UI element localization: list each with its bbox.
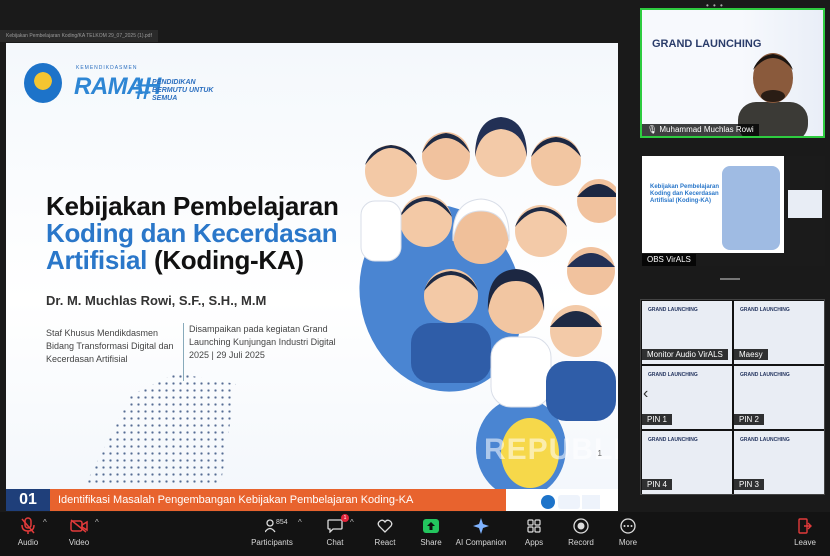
chat-icon: 1 xyxy=(325,514,349,536)
leave-label: Leave xyxy=(794,538,816,547)
students-illustration xyxy=(360,117,616,421)
participant-name-label: OBS VirALS xyxy=(642,254,696,266)
mic-muted-icon xyxy=(18,516,38,536)
audio-button[interactable]: Audio xyxy=(14,512,42,556)
apps-button[interactable]: Apps xyxy=(521,512,547,556)
slide-title-line-3a: Artifisial xyxy=(46,245,148,275)
virtual-background-text: GRAND LAUNCHING xyxy=(740,307,790,313)
obs-slide-illustration xyxy=(722,166,780,250)
participant-name: Muhammad Muchlas Rowi xyxy=(659,125,754,134)
leave-icon xyxy=(795,516,815,536)
zoom-meeting-window: Kebijakan Pembelajaran Koding/KA TELKOM … xyxy=(0,0,830,556)
react-label: React xyxy=(374,538,396,547)
participant-tile[interactable]: GRAND LAUNCHING Monitor Audio VirALS xyxy=(642,301,732,364)
next-slide-strip: 01 Identifikasi Masalah Pengembangan Keb… xyxy=(6,489,618,511)
text-divider xyxy=(183,323,184,381)
participants-icon: 854 xyxy=(262,516,288,536)
audio-options-chevron-icon[interactable]: ^ xyxy=(43,518,47,527)
event-description: Disampaikan pada kegiatan Grand Launchin… xyxy=(189,324,336,360)
participant-name-label: PIN 1 xyxy=(642,414,673,425)
apps-icon xyxy=(524,516,544,536)
video-label: Video xyxy=(68,538,90,547)
ramah-logo xyxy=(558,495,580,509)
hashtag-logo xyxy=(582,495,600,509)
slide-title-line-3: Artifisial (Koding-KA) xyxy=(46,245,304,276)
record-icon xyxy=(571,516,591,536)
chat-button[interactable]: 1 Chat xyxy=(322,512,349,556)
tagline: PENDIDIKAN BERMUTU UNTUK SEMUA xyxy=(152,79,214,102)
participant-tile[interactable]: GRAND LAUNCHING PIN 2 xyxy=(734,366,824,429)
virtual-background-text: GRAND LAUNCHING xyxy=(740,372,790,378)
tut-wuri-handayani-logo xyxy=(541,495,555,509)
sidebar-resize-handle[interactable] xyxy=(720,278,740,280)
logo-subtitle: KEMENDIKDASMEN xyxy=(76,65,138,71)
virtual-background-text: GRAND LAUNCHING xyxy=(740,437,790,443)
virtual-background-text: GRAND LAUNCHING xyxy=(648,372,698,378)
more-button[interactable]: More xyxy=(615,512,641,556)
participants-button[interactable]: 854 Participants xyxy=(250,512,294,556)
participant-name-label: PIN 2 xyxy=(734,414,765,425)
slide-title-line-3b: (Koding-KA) xyxy=(147,245,304,275)
more-icon xyxy=(618,516,638,536)
leave-button[interactable]: Leave xyxy=(792,512,818,556)
heart-icon xyxy=(375,516,395,536)
obs-slide-title: Kebijakan Pembelajaran Koding dan Kecerd… xyxy=(650,184,720,204)
participants-count: 854 xyxy=(276,519,288,526)
video-button[interactable]: Video xyxy=(64,512,94,556)
mic-icon: 🎙︎ xyxy=(647,125,660,134)
share-label: Share xyxy=(420,538,442,547)
participants-label: Participants xyxy=(251,538,293,547)
section-number: 01 xyxy=(6,489,50,511)
virtual-background-text: GRAND LAUNCHING xyxy=(648,437,698,443)
apps-label: Apps xyxy=(524,538,544,547)
chat-options-chevron-icon[interactable]: ^ xyxy=(350,518,354,527)
shared-file-tab[interactable]: Kebijakan Pembelajaran Koding/KA TELKOM … xyxy=(0,30,158,42)
meeting-toolbar: Audio ^ Video ^ 854 Participants ^ 1 Cha… xyxy=(0,512,830,556)
share-button[interactable]: Share xyxy=(418,512,444,556)
participant-tile[interactable]: GRAND LAUNCHING Maesy xyxy=(734,301,824,364)
participant-name-label: Maesy xyxy=(734,349,768,360)
audio-label: Audio xyxy=(17,538,39,547)
grid-prev-page-arrow[interactable]: ‹ xyxy=(643,385,657,409)
slide-page-number: 1 xyxy=(597,449,602,458)
more-label: More xyxy=(618,538,638,547)
participant-name-label: PIN 4 xyxy=(642,479,673,490)
virtual-background-text: GRAND LAUNCHING xyxy=(648,307,698,313)
share-screen-icon xyxy=(421,516,441,536)
obs-slide-preview: Kebijakan Pembelajaran Koding dan Kecerd… xyxy=(642,156,784,253)
participant-name-label: Monitor Audio VirALS xyxy=(642,349,728,360)
hashtag-logo: # xyxy=(135,73,152,106)
participant-tile[interactable]: GRAND LAUNCHING PIN 4 xyxy=(642,431,732,494)
section-title: Identifikasi Masalah Pengembangan Kebija… xyxy=(50,489,506,511)
shared-presentation-slide: KEMENDIKDASMEN RAMAH # PENDIDIKAN BERMUT… xyxy=(6,43,618,511)
obs-speaker-thumbnail xyxy=(788,190,822,218)
tut-wuri-handayani-logo xyxy=(24,63,62,103)
chat-unread-badge: 1 xyxy=(341,514,349,522)
record-label: Record xyxy=(568,538,594,547)
participant-tile[interactable]: GRAND LAUNCHING PIN 3 xyxy=(734,431,824,494)
presenter-role: Staf Khusus Mendikdasmen Bidang Transfor… xyxy=(46,328,174,364)
participant-grid: GRAND LAUNCHING Monitor Audio VirALS GRA… xyxy=(640,299,825,495)
video-options-chevron-icon[interactable]: ^ xyxy=(95,518,99,527)
ai-companion-label: AI Companion xyxy=(455,538,507,547)
video-off-icon xyxy=(69,516,89,536)
chat-label: Chat xyxy=(326,538,344,547)
active-speaker-tile[interactable]: GRAND LAUNCHING 🎙︎ Muhammad Muchlas Rowi xyxy=(640,8,825,138)
presenter-name: Dr. M. Muchlas Rowi, S.F., S.H., M.M xyxy=(46,293,267,308)
participants-options-chevron-icon[interactable]: ^ xyxy=(298,518,302,527)
ai-sparkle-icon xyxy=(471,516,491,536)
participant-name-label: 🎙︎ Muhammad Muchlas Rowi xyxy=(642,124,759,136)
record-button[interactable]: Record xyxy=(566,512,596,556)
ai-companion-button[interactable]: AI Companion xyxy=(456,512,506,556)
participant-name-label: PIN 3 xyxy=(734,479,765,490)
participant-tile-obs[interactable]: Kebijakan Pembelajaran Koding dan Kecerd… xyxy=(642,156,825,266)
react-button[interactable]: React xyxy=(371,512,399,556)
